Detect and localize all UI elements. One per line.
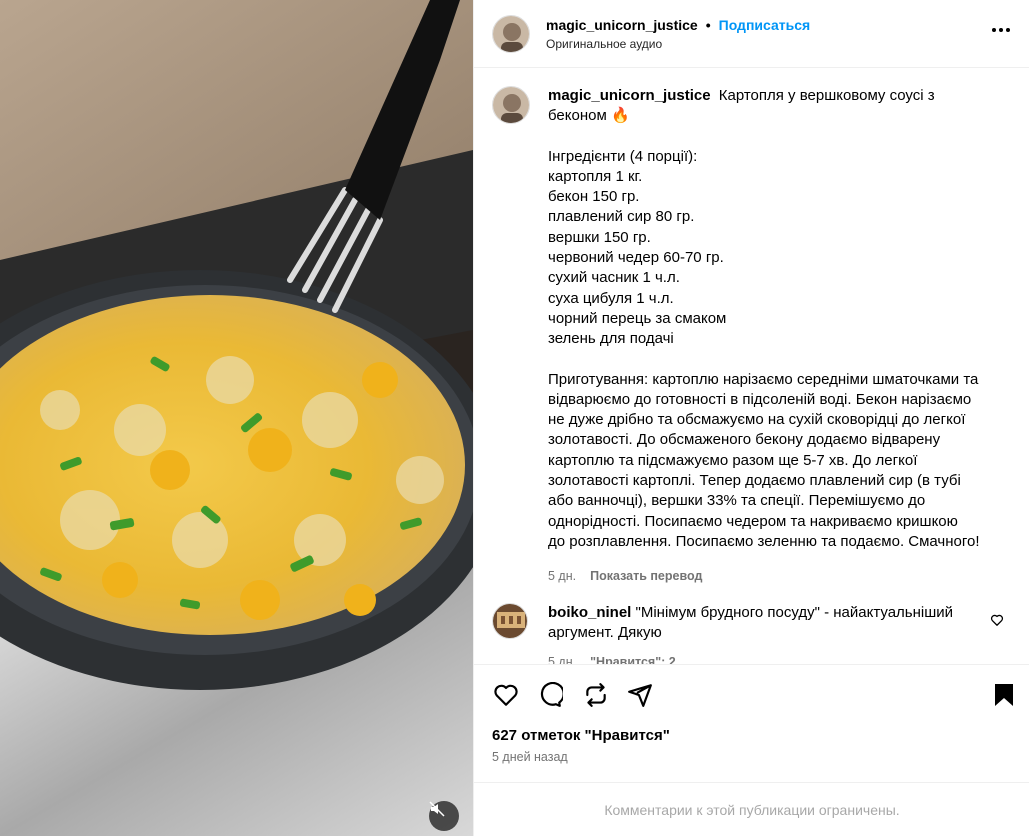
follow-button[interactable]: Подписаться <box>719 17 811 33</box>
comment-avatar[interactable] <box>492 603 528 639</box>
fire-emoji: 🔥 <box>610 107 630 125</box>
post-header: magic_unicorn_justice • Подписаться Ориг… <box>474 0 1029 68</box>
like-button[interactable] <box>492 681 520 709</box>
method-line: відварюємо до готовності в підсоленій во… <box>548 390 972 408</box>
ingredient-item: бекон 150 гр. <box>548 188 640 206</box>
likes-count[interactable]: 627 отметок "Нравится" <box>492 727 670 744</box>
method-line: Приготування: картоплю нарізаємо середні… <box>548 370 979 388</box>
share-button[interactable] <box>626 681 654 709</box>
method-line: або ванночці), вершки 33% та спеції. Пер… <box>548 492 926 510</box>
save-button[interactable] <box>990 681 1018 709</box>
action-bar <box>474 664 1029 724</box>
comment-text-line2: аргумент. Дякую <box>548 624 662 642</box>
comment-age: 5 дн. <box>548 654 577 664</box>
caption: magic_unicorn_justice Картопля у вершков… <box>492 86 1012 587</box>
mute-button[interactable] <box>429 801 459 831</box>
caption-avatar[interactable] <box>492 86 530 124</box>
ingredient-item: червоний чедер 60-70 гр. <box>548 249 724 267</box>
comment-text-line1: "Мінімум брудного посуду" - найактуальні… <box>635 604 954 621</box>
comment-text: boiko_ninel "Мінімум брудного посуду" - … <box>548 603 988 664</box>
repost-button[interactable] <box>582 681 610 709</box>
comment-username[interactable]: boiko_ninel <box>548 604 631 621</box>
paper-plane-icon <box>628 684 652 707</box>
comments-scroll-area[interactable]: magic_unicorn_justice Картопля у вершков… <box>474 68 1029 664</box>
ingredient-item: вершки 150 гр. <box>548 228 651 246</box>
ingredient-item: картопля 1 кг. <box>548 167 643 185</box>
caption-title-line1: Картопля у вершковому соусі з <box>718 87 935 104</box>
method-line: золотавості. До обсмаженого бекону додає… <box>548 431 941 449</box>
caption-title-line2: беконом <box>548 107 607 125</box>
comment-likes[interactable]: "Нравится": 2 <box>590 652 676 664</box>
comment-button[interactable] <box>536 681 564 709</box>
ingredients-header: Інгредієнти (4 порції): <box>548 147 698 165</box>
comment-like-button[interactable] <box>990 613 1004 630</box>
method-line: до розплавлення. Посипаємо зеленню та по… <box>548 532 980 550</box>
post-video[interactable] <box>0 0 473 836</box>
ingredient-item: плавлений сир 80 гр. <box>548 208 695 226</box>
separator-dot: • <box>705 16 711 33</box>
header-text: magic_unicorn_justice • Подписаться Ориг… <box>546 17 810 51</box>
comment: boiko_ninel "Мінімум брудного посуду" - … <box>492 603 1012 664</box>
ingredient-item: зелень для подачі <box>548 330 674 348</box>
caption-text: magic_unicorn_justice Картопля у вершков… <box>548 86 1006 587</box>
caption-meta: 5 дн. Показать перевод <box>548 566 1006 586</box>
method-line: золотавості картоплі. Тепер додаємо плав… <box>548 472 961 490</box>
commenter-avatar-image <box>493 604 527 638</box>
food-photo <box>0 0 473 836</box>
user-avatar-image <box>493 87 529 123</box>
caption-age: 5 дн. <box>548 569 577 584</box>
heart-icon <box>494 684 518 706</box>
heart-icon <box>990 614 1004 626</box>
post-view: magic_unicorn_justice • Подписаться Ориг… <box>0 0 1029 836</box>
method-block: Приготування: картоплю нарізаємо середні… <box>548 370 1006 553</box>
ingredient-item: чорний перець за смаком <box>548 309 727 327</box>
ingredient-item: суха цибуля 1 ч.л. <box>548 289 674 307</box>
method-line: не дуже дрібно та обсмажуємо на сухій ск… <box>548 411 966 429</box>
header-username[interactable]: magic_unicorn_justice <box>546 17 698 33</box>
method-line: однорідності. Посипаємо чедером та накри… <box>548 512 958 530</box>
comments-limited-notice: Комментарии к этой публикации ограничены… <box>474 782 1029 836</box>
method-line: картоплю та підсмажуємо разом ще 5-7 хв.… <box>548 451 918 469</box>
show-translation-button[interactable]: Показать перевод <box>590 566 702 586</box>
comment-bubble-icon <box>540 682 563 707</box>
speaker-muted-icon <box>429 801 445 817</box>
caption-username[interactable]: magic_unicorn_justice <box>548 87 711 104</box>
repost-icon <box>586 683 606 707</box>
bookmark-filled-icon <box>995 684 1013 706</box>
user-avatar-image <box>493 15 529 52</box>
comment-meta: 5 дн. "Нравится": 2 <box>548 652 988 664</box>
more-options-icon <box>992 28 1010 32</box>
ingredient-item: сухий часник 1 ч.л. <box>548 269 680 287</box>
post-date: 5 дней назад <box>492 750 568 764</box>
original-audio-link[interactable]: Оригинальное аудио <box>546 37 810 51</box>
post-side-panel: magic_unicorn_justice • Подписаться Ориг… <box>473 0 1029 836</box>
ingredients-block: Інгредієнти (4 порції): картопля 1 кг. б… <box>548 147 1006 350</box>
avatar[interactable] <box>492 14 530 53</box>
more-options-button[interactable] <box>989 18 1013 42</box>
